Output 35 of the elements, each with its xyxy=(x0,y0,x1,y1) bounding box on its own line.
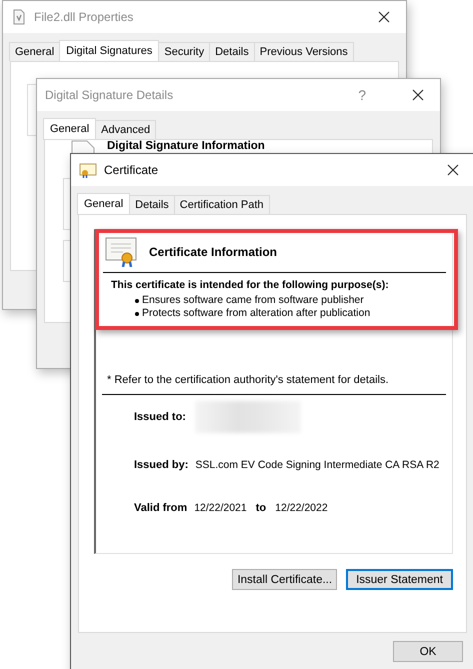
tab[interactable]: General xyxy=(77,193,130,215)
tab[interactable]: Digital Signatures xyxy=(59,40,160,62)
field-label: Valid from xyxy=(134,502,188,514)
certificate-icon xyxy=(105,237,137,267)
window-title: Certificate xyxy=(104,163,158,177)
section-heading: Digital Signature Information xyxy=(107,140,265,152)
purpose-text: Protects software from alteration after publication xyxy=(142,307,370,320)
dialog-button[interactable]: Issuer Statement xyxy=(346,569,453,590)
field-label: to xyxy=(256,502,266,514)
section-heading: Certificate Information xyxy=(149,245,278,259)
field-value: SSL.com EV Code Signing Intermediate CA RSA R2 xyxy=(195,459,440,471)
field-label: Issued by: xyxy=(134,459,188,471)
purpose-heading: This certificate is intended for the following purpose(s): xyxy=(111,279,390,291)
bullet-icon xyxy=(135,298,139,302)
footnote-text: * Refer to the certification authority's statement for details. xyxy=(107,374,390,386)
tab[interactable]: Advanced xyxy=(95,120,156,139)
certificate-icon xyxy=(79,162,97,178)
dialog-button[interactable]: Install Certificate... xyxy=(232,569,338,590)
close-icon xyxy=(447,164,459,176)
window-title: Digital Signature Details xyxy=(45,88,174,102)
help-button[interactable]: ? xyxy=(352,87,372,103)
window-title: File2.dll Properties xyxy=(34,10,134,24)
tab[interactable]: General xyxy=(43,118,96,140)
purpose-text: Ensures software came from software publisher xyxy=(142,294,364,307)
date-value: 12/22/2021 xyxy=(194,502,247,514)
ok-button[interactable]: OK xyxy=(393,641,463,662)
date-value: 12/22/2022 xyxy=(275,502,328,514)
document-icon xyxy=(11,9,27,25)
field-label: Issued to: xyxy=(134,411,186,423)
tab[interactable]: Certification Path xyxy=(174,195,270,214)
tab[interactable]: Previous Versions xyxy=(254,42,354,61)
close-icon xyxy=(412,89,424,101)
close-icon xyxy=(378,11,390,23)
bullet-icon xyxy=(135,312,139,316)
tab[interactable]: General xyxy=(9,42,60,61)
